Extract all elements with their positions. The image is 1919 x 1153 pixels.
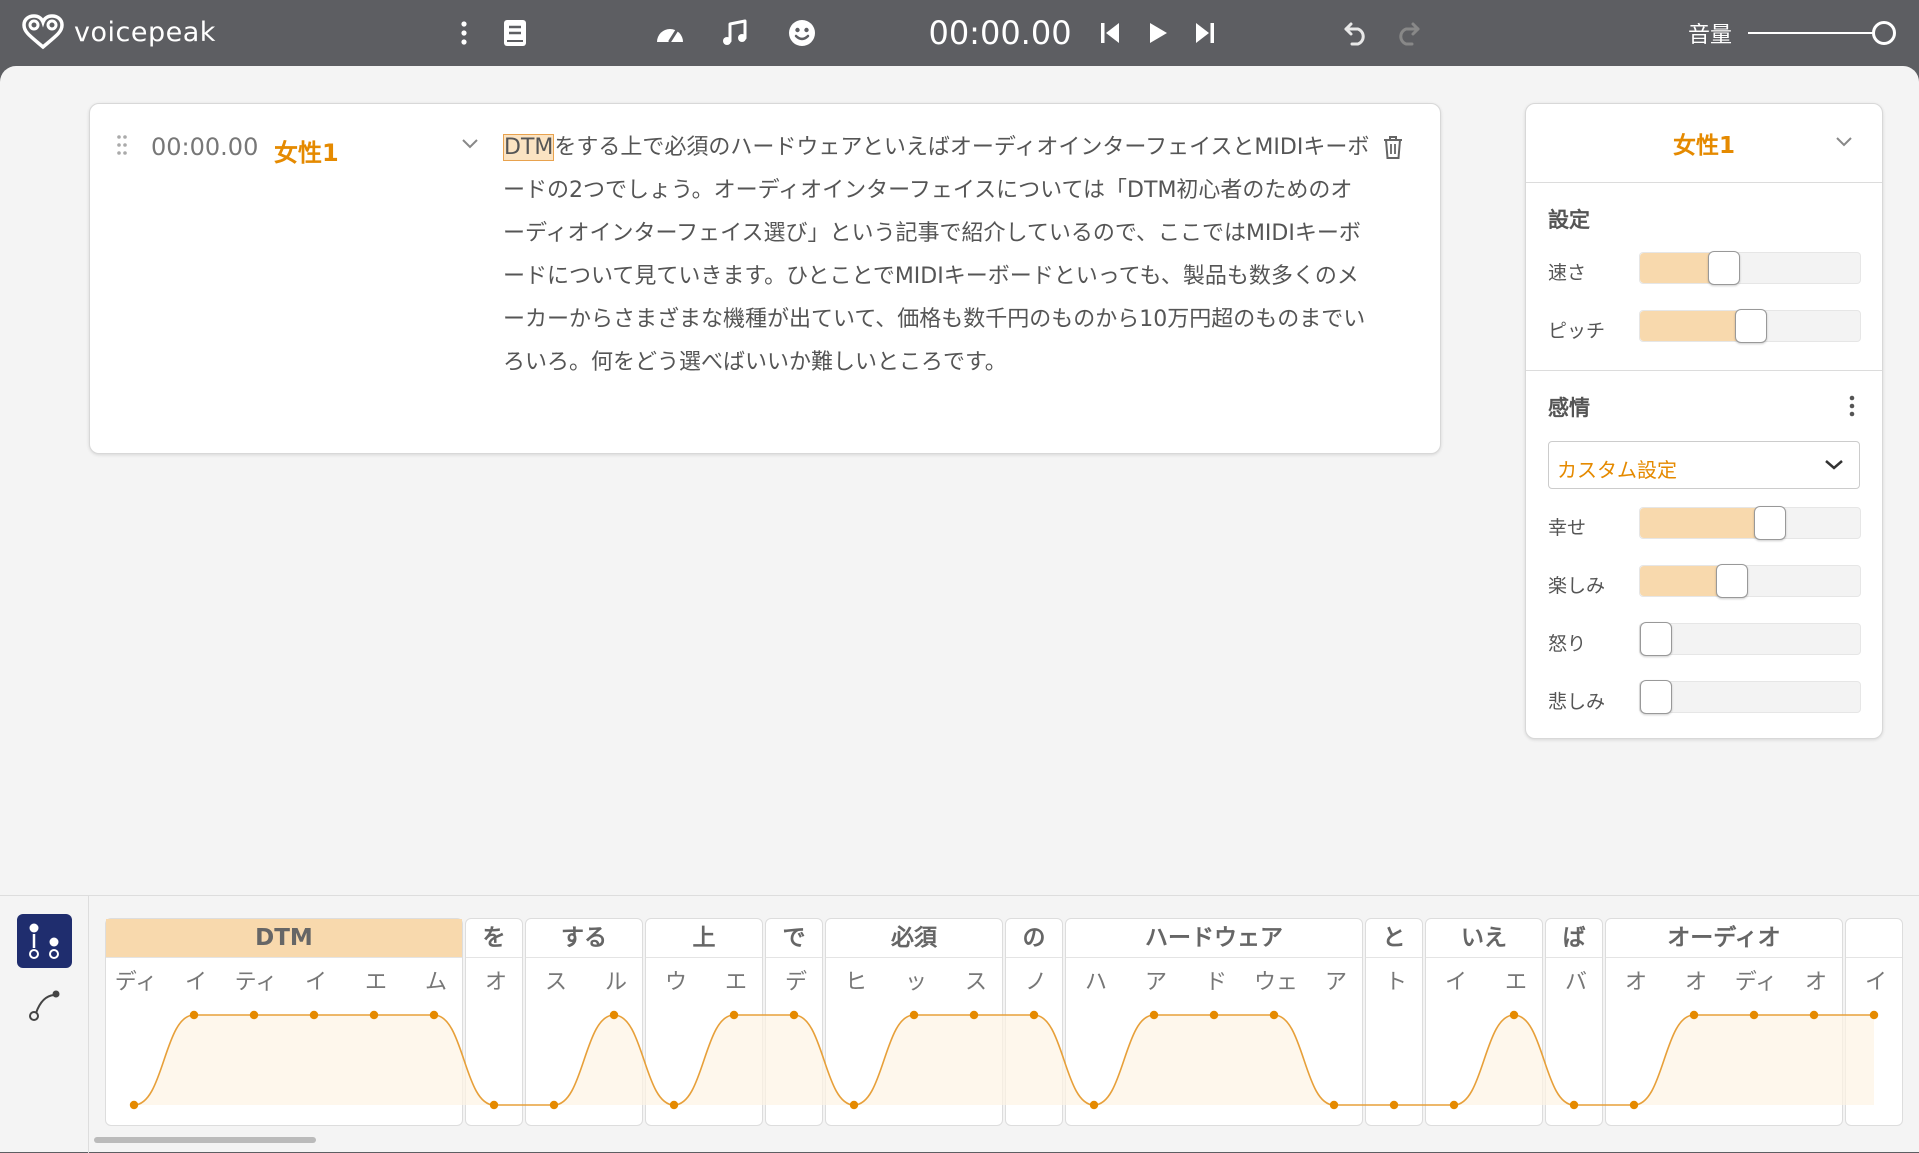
dictionary-book-icon[interactable]: [497, 14, 533, 52]
trash-icon[interactable]: [1382, 134, 1404, 164]
slider-label: 幸せ: [1548, 517, 1587, 539]
block-time: 00:00.00: [151, 133, 259, 161]
volume-slider-knob[interactable]: [1872, 21, 1896, 45]
slider[interactable]: [1639, 680, 1861, 714]
accent-point[interactable]: [1449, 1100, 1459, 1110]
accent-point[interactable]: [609, 1010, 619, 1020]
volume-slider-track[interactable]: [1748, 32, 1888, 34]
accent-point[interactable]: [1269, 1010, 1279, 1020]
emotion-heading: 感情: [1548, 396, 1590, 420]
text-block[interactable]: 00:00.00 女性1 DTMをする上で必須のハードウェアといえばオーディオイ…: [89, 103, 1441, 454]
accent-point[interactable]: [249, 1010, 259, 1020]
slider[interactable]: [1639, 622, 1861, 656]
panel-speaker-chevron-icon[interactable]: [1834, 134, 1854, 153]
accent-point[interactable]: [669, 1100, 679, 1110]
highlighted-word[interactable]: DTM: [503, 134, 555, 161]
slider-knob[interactable]: [1735, 309, 1767, 343]
accent-point[interactable]: [429, 1010, 439, 1020]
accent-point[interactable]: [1569, 1100, 1579, 1110]
accent-point[interactable]: [1509, 1010, 1519, 1020]
app-logo: voicepeak: [22, 12, 216, 52]
slider[interactable]: [1639, 506, 1861, 540]
accent-point[interactable]: [1029, 1010, 1039, 1020]
accent-point[interactable]: [849, 1100, 859, 1110]
slider[interactable]: [1639, 564, 1861, 598]
emotion-preset-chevron-icon: [1825, 460, 1843, 470]
slider-knob[interactable]: [1640, 622, 1672, 656]
accent-point[interactable]: [909, 1010, 919, 1020]
drag-handle-icon[interactable]: [116, 134, 128, 160]
pitch-curve-mode-icon[interactable]: [28, 988, 62, 1026]
emotion-menu-icon[interactable]: [1848, 394, 1856, 422]
slider-knob[interactable]: [1640, 680, 1672, 714]
slider-label: ピッチ: [1548, 320, 1606, 342]
block-text-body: をする上で必須のハードウェアといえばオーディオインターフェイスとMIDIキーボー…: [503, 135, 1370, 375]
app-name: voicepeak: [74, 16, 216, 48]
accent-point[interactable]: [1689, 1010, 1699, 1020]
voicepeak-logo-icon: [22, 14, 64, 50]
slider[interactable]: [1639, 309, 1861, 343]
slider-label: 楽しみ: [1548, 575, 1606, 597]
word-timeline: DTM ディイティイエムをオするスル上ウエでデ必須ヒッスのノハードウェアハアドウェ…: [105, 918, 1919, 1136]
top-toolbar: voicepeak 00:00.00 音量: [0, 0, 1919, 66]
accent-point[interactable]: [369, 1010, 379, 1020]
emotion-face-icon[interactable]: [784, 14, 820, 52]
music-note-icon[interactable]: [717, 14, 753, 52]
accent-mode-button[interactable]: [17, 914, 72, 968]
slider-fill: [1640, 508, 1770, 538]
accent-point[interactable]: [1329, 1100, 1339, 1110]
accent-point[interactable]: [549, 1100, 559, 1110]
slider-knob[interactable]: [1754, 506, 1786, 540]
accent-point[interactable]: [1809, 1010, 1819, 1020]
accent-point[interactable]: [1869, 1010, 1879, 1020]
horizontal-scrollbar[interactable]: [94, 1137, 316, 1143]
timeline-area: DTM ディイティイエムをオするスル上ウエでデ必須ヒッスのノハードウェアハアドウェ…: [0, 895, 1919, 1153]
accent-point[interactable]: [729, 1010, 739, 1020]
emotion-preset-select[interactable]: カスタム設定: [1548, 441, 1860, 489]
undo-icon[interactable]: [1340, 14, 1372, 52]
redo-icon[interactable]: [1392, 14, 1424, 52]
emotion-preset-value: カスタム設定: [1557, 458, 1677, 482]
speaker-dropdown-chevron-icon[interactable]: [460, 136, 480, 155]
speed-meter-icon[interactable]: [652, 14, 688, 52]
accent-point[interactable]: [969, 1010, 979, 1020]
playback-time: 00:00.00: [928, 14, 1072, 52]
skip-back-icon[interactable]: [1095, 14, 1125, 52]
slider-knob[interactable]: [1708, 251, 1741, 285]
accent-point[interactable]: [129, 1100, 139, 1110]
play-icon[interactable]: [1143, 14, 1173, 52]
timeline-sidebar: [0, 896, 89, 1153]
accent-point[interactable]: [1749, 1010, 1759, 1020]
volume-label: 音量: [1687, 23, 1732, 48]
accent-curve-fill: [134, 1015, 1874, 1105]
slider-knob[interactable]: [1716, 564, 1748, 598]
panel-speaker[interactable]: 女性1: [1526, 126, 1882, 160]
accent-point[interactable]: [1389, 1100, 1399, 1110]
accent-curve[interactable]: [105, 918, 1905, 1136]
slider-label: 怒り: [1548, 633, 1587, 655]
accent-point[interactable]: [489, 1100, 499, 1110]
skip-forward-icon[interactable]: [1190, 14, 1220, 52]
accent-point[interactable]: [1149, 1010, 1159, 1020]
accent-point[interactable]: [1629, 1100, 1639, 1110]
accent-point[interactable]: [1089, 1100, 1099, 1110]
slider-label: 速さ: [1548, 262, 1587, 284]
block-text[interactable]: DTMをする上で必須のハードウェアといえばオーディオインターフェイスとMIDIキ…: [503, 126, 1373, 384]
block-speaker[interactable]: 女性1: [274, 133, 339, 168]
slider[interactable]: [1639, 251, 1861, 285]
accent-point[interactable]: [789, 1010, 799, 1020]
accent-point[interactable]: [1209, 1010, 1219, 1020]
settings-heading: 設定: [1548, 208, 1590, 232]
slider-label: 悲しみ: [1548, 691, 1606, 713]
accent-point[interactable]: [309, 1010, 319, 1020]
accent-point[interactable]: [189, 1010, 199, 1020]
more-menu-icon[interactable]: [452, 14, 476, 52]
settings-panel: 女性1 設定 感情 カスタム設定 速さピッチ幸せ楽しみ怒り悲しみ: [1525, 103, 1883, 739]
